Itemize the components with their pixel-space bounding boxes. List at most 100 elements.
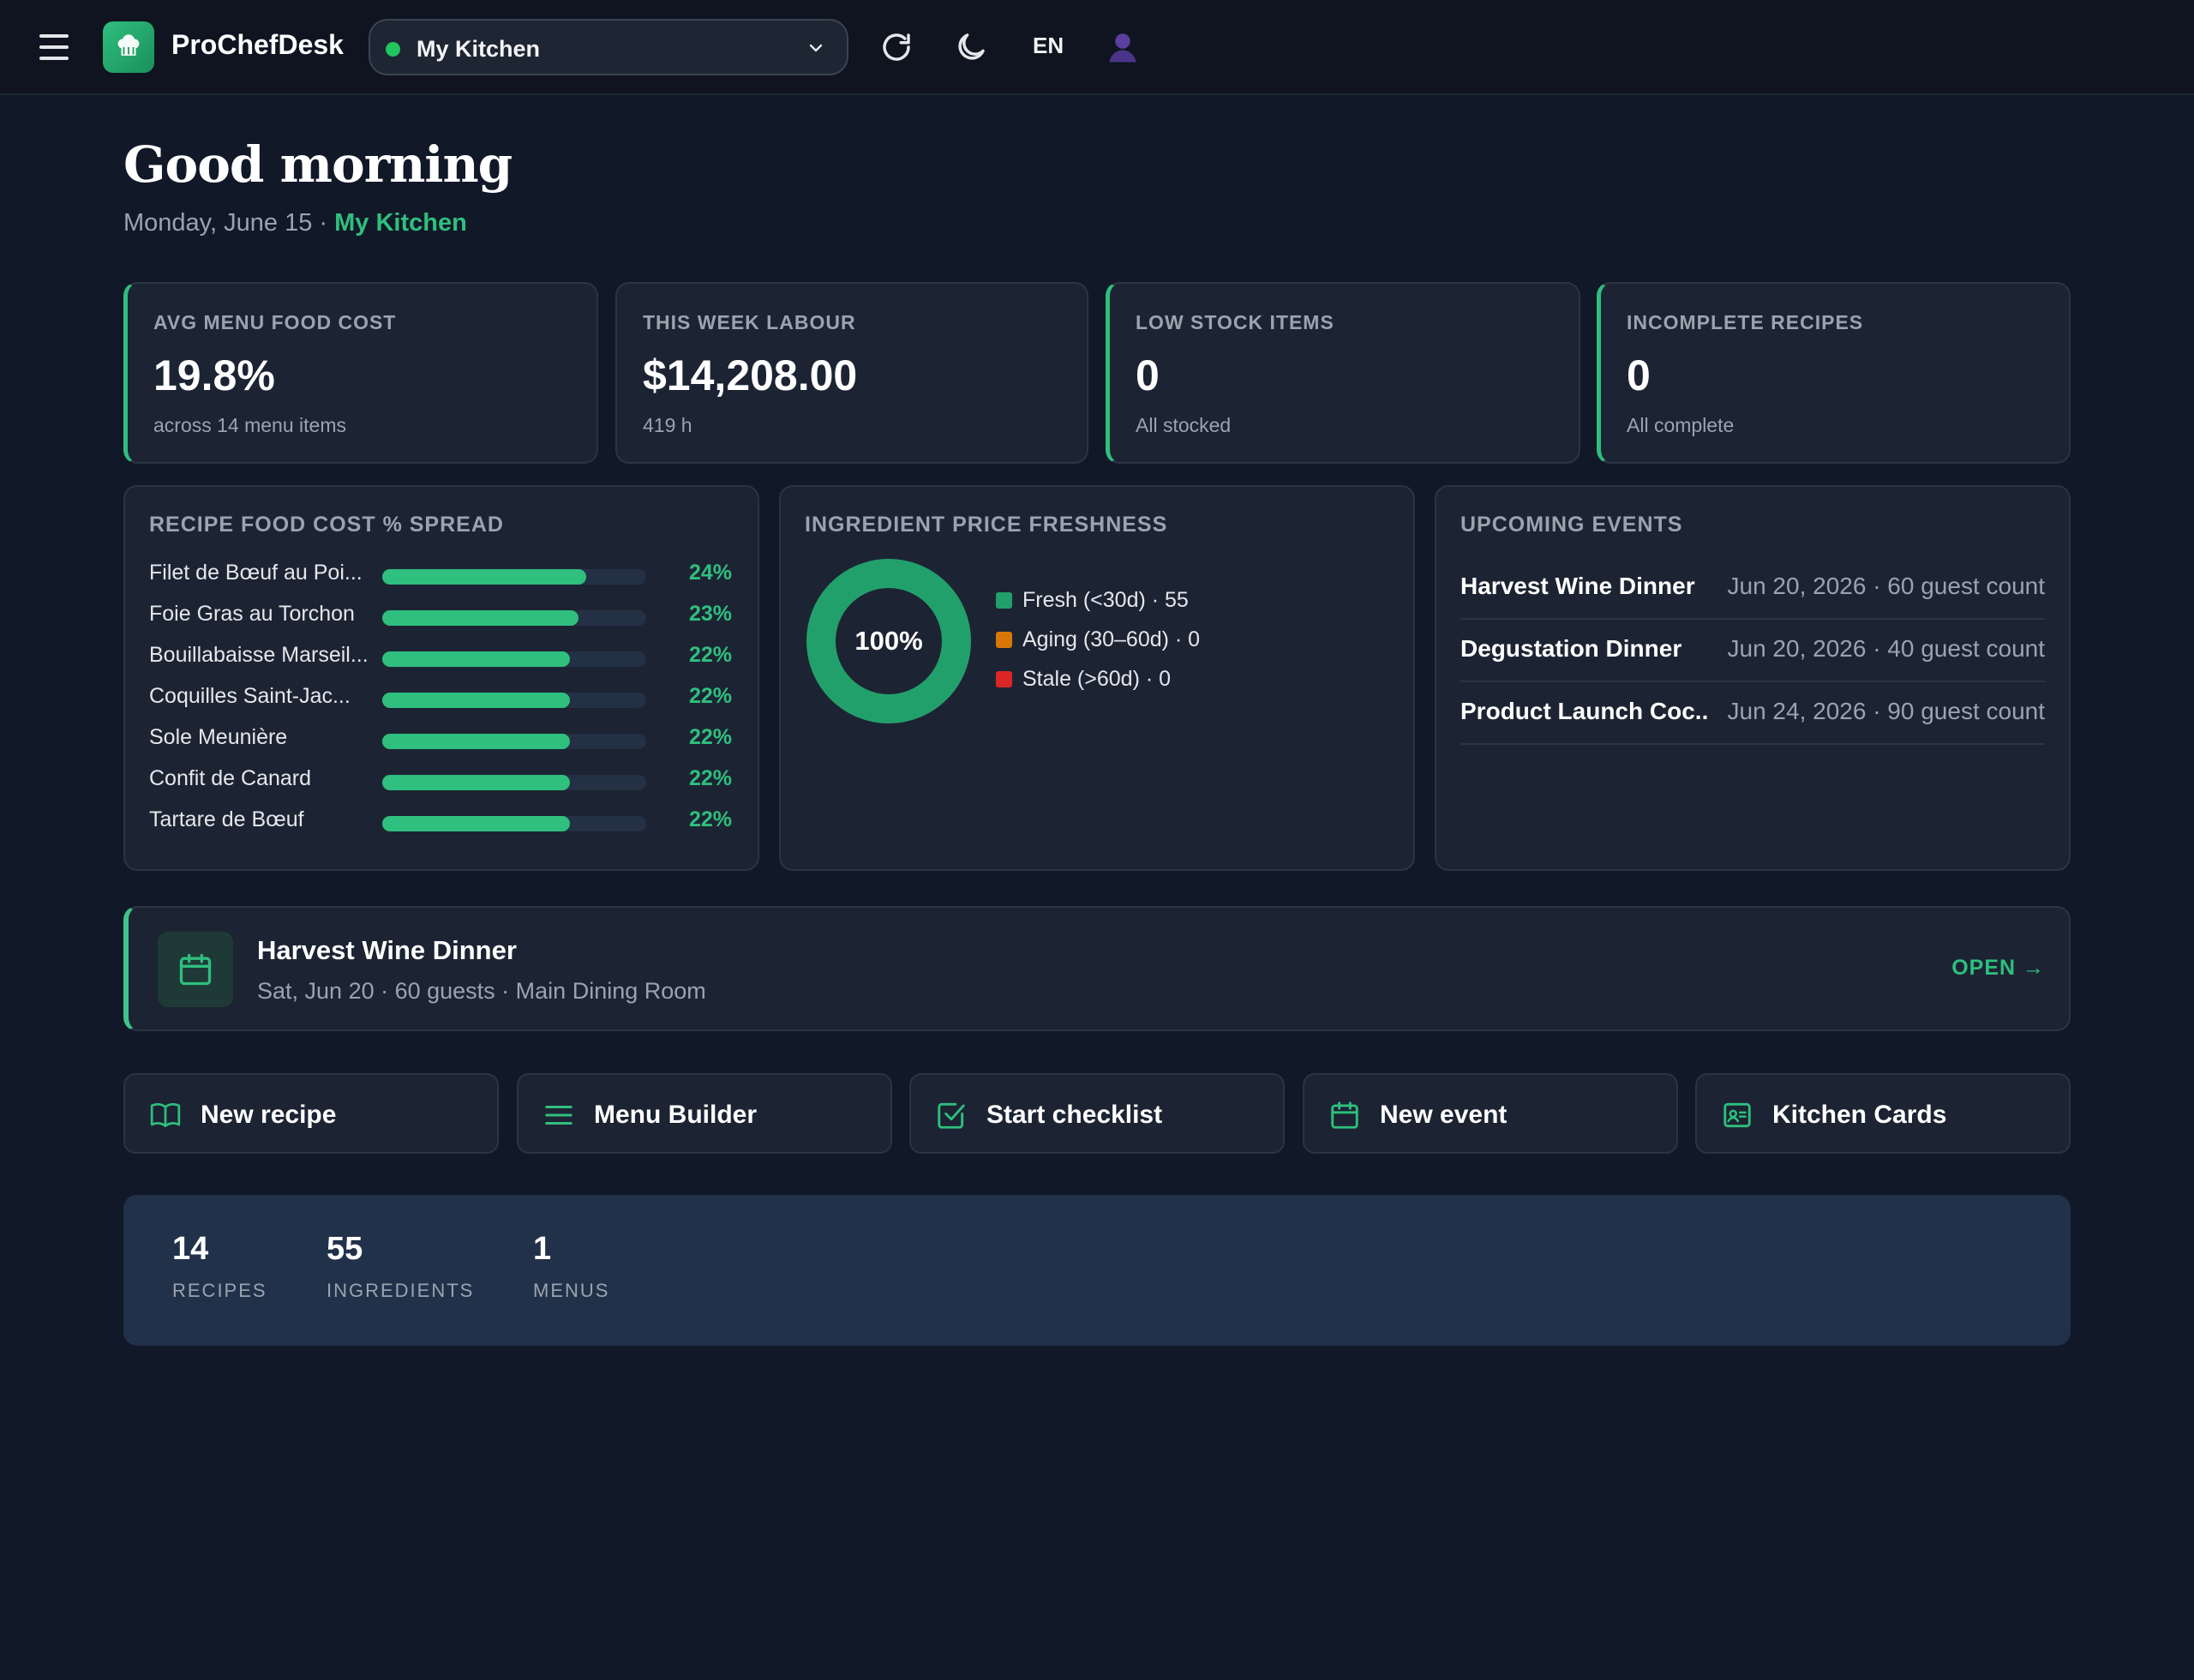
cost-bar-track <box>382 610 646 626</box>
legend-label: Stale (>60d) · 0 <box>1022 667 1172 691</box>
calendar-icon <box>179 953 212 986</box>
cost-bar-row[interactable]: Foie Gras au Torchon 23% <box>149 598 732 633</box>
legend-label: Fresh (<30d) · 55 <box>1022 588 1189 612</box>
kpi-label: AVG MENU FOOD COST <box>153 311 397 333</box>
event-meta: Jun 20, 2026 · 60 guest count <box>1727 573 2046 599</box>
legend-item-stale: Stale (>60d) · 0 <box>996 667 1171 692</box>
event-meta: Jun 24, 2026 · 90 guest count <box>1727 698 2046 724</box>
id-card-icon <box>1723 1102 1751 1128</box>
recipe-name: Foie Gras au Torchon <box>149 602 355 626</box>
panel-title: RECIPE FOOD COST % SPREAD <box>149 513 504 537</box>
kpi-card-food-cost[interactable]: AVG MENU FOOD COST 19.8% across 14 menu … <box>123 282 598 464</box>
button-label: Start checklist <box>986 1101 1163 1129</box>
kpi-card-low-stock[interactable]: LOW STOCK ITEMS 0 All stocked <box>1106 282 1580 464</box>
stat-value: 55 <box>327 1231 363 1267</box>
kpi-card-labour[interactable]: THIS WEEK LABOUR $14,208.00 419 h <box>615 282 1088 464</box>
stat-label: INGREDIENTS <box>327 1280 475 1301</box>
cost-bar-row[interactable]: Bouillabaisse Marseil... 22% <box>149 639 732 674</box>
stat-label: MENUS <box>533 1280 610 1301</box>
recipe-name: Bouillabaisse Marseil... <box>149 643 369 667</box>
stat-value: 14 <box>172 1231 209 1267</box>
stat-label: RECIPES <box>172 1280 267 1301</box>
upcoming-events-panel: UPCOMING EVENTS Harvest Wine Dinner Jun … <box>1435 485 2071 871</box>
kitchen-link[interactable]: My Kitchen <box>334 209 467 237</box>
kpi-card-incomplete-recipes[interactable]: INCOMPLETE RECIPES 0 All complete <box>1597 282 2071 464</box>
cost-bar-fill <box>382 734 570 749</box>
cost-percent: 22% <box>688 807 732 831</box>
featured-event-subtitle: Sat, Jun 20 · 60 guests · Main Dining Ro… <box>257 978 706 1004</box>
recipe-name: Tartare de Bœuf <box>149 807 304 831</box>
cost-bar-fill <box>382 816 570 831</box>
calendar-icon <box>1331 1101 1358 1129</box>
brand-name: ProChefDesk <box>171 29 344 60</box>
menu-icon[interactable] <box>39 34 69 60</box>
kpi-value: 19.8% <box>153 351 275 399</box>
recipe-name: Sole Meunière <box>149 725 288 749</box>
checkbox-icon <box>938 1102 965 1129</box>
kpi-label: THIS WEEK LABOUR <box>643 311 856 333</box>
new-event-button[interactable]: New event <box>1303 1073 1678 1154</box>
user-avatar-icon[interactable] <box>1105 29 1141 65</box>
button-label: New recipe <box>201 1101 337 1129</box>
menu-builder-button[interactable]: Menu Builder <box>517 1073 892 1154</box>
top-bar: ProChefDesk My Kitchen EN <box>0 0 2194 95</box>
event-row[interactable]: Product Launch Coc... Jun 24, 2026 · 90 … <box>1460 682 2045 745</box>
price-freshness-panel: INGREDIENT PRICE FRESHNESS 100% Fresh (<… <box>779 485 1415 871</box>
recipe-name: Coquilles Saint-Jac... <box>149 684 351 708</box>
legend-swatch <box>996 632 1012 648</box>
language-toggle[interactable]: EN <box>1033 33 1064 59</box>
featured-event-icon-box <box>158 932 233 1007</box>
cost-bar-fill <box>382 775 570 790</box>
legend-item-fresh: Fresh (<30d) · 55 <box>996 588 1189 613</box>
cost-bar-row[interactable]: Coquilles Saint-Jac... 22% <box>149 681 732 715</box>
separator: · <box>312 209 335 237</box>
stats-strip: 14 RECIPES 55 INGREDIENTS 1 MENUS <box>123 1195 2071 1346</box>
kpi-value: $14,208.00 <box>643 351 858 399</box>
refresh-icon[interactable] <box>878 29 914 65</box>
new-recipe-button[interactable]: New recipe <box>123 1073 499 1154</box>
cost-percent: 22% <box>688 684 732 708</box>
button-label: Menu Builder <box>594 1101 758 1129</box>
event-meta: Jun 20, 2026 · 40 guest count <box>1727 635 2046 662</box>
chevron-down-icon <box>809 44 823 52</box>
panel-title: INGREDIENT PRICE FRESHNESS <box>805 513 1168 537</box>
cost-percent: 23% <box>688 602 732 626</box>
legend-swatch <box>996 671 1012 687</box>
cost-percent: 22% <box>688 725 732 749</box>
cost-percent: 22% <box>688 766 732 790</box>
freshness-donut-chart: 100% <box>806 559 971 723</box>
kitchen-cards-button[interactable]: Kitchen Cards <box>1695 1073 2071 1154</box>
stat-recipes: 14 RECIPES <box>172 1231 267 1302</box>
button-label: Kitchen Cards <box>1772 1101 1947 1129</box>
event-row[interactable]: Degustation Dinner Jun 20, 2026 · 40 gue… <box>1460 620 2045 682</box>
kpi-value: 0 <box>1136 351 1160 399</box>
cost-bar-fill <box>382 569 587 585</box>
start-checklist-button[interactable]: Start checklist <box>909 1073 1285 1154</box>
cost-percent: 24% <box>688 561 732 585</box>
event-row[interactable]: Harvest Wine Dinner Jun 20, 2026 · 60 gu… <box>1460 557 2045 620</box>
kpi-label: LOW STOCK ITEMS <box>1136 311 1334 333</box>
event-name: Degustation Dinner <box>1460 635 1682 662</box>
kpi-sub: 419 h <box>643 414 692 436</box>
legend-item-aging: Aging (30–60d) · 0 <box>996 627 1200 652</box>
featured-event-card[interactable]: Harvest Wine Dinner Sat, Jun 20 · 60 gue… <box>123 906 2071 1031</box>
legend-label: Aging (30–60d) · 0 <box>1022 627 1201 651</box>
panel-title: UPCOMING EVENTS <box>1460 513 1683 537</box>
open-event-link[interactable]: OPEN → <box>1951 956 2045 981</box>
cost-bar-track <box>382 816 646 831</box>
legend-swatch <box>996 592 1012 609</box>
button-label: New event <box>1380 1101 1508 1129</box>
cost-bar-row[interactable]: Tartare de Bœuf 22% <box>149 804 732 838</box>
cost-bar-track <box>382 569 646 585</box>
cost-bar-row[interactable]: Sole Meunière 22% <box>149 722 732 756</box>
moon-icon[interactable] <box>953 29 989 65</box>
greeting-subline: Monday, June 15 · My Kitchen <box>123 209 467 237</box>
kpi-sub: across 14 menu items <box>153 414 346 436</box>
kpi-sub: All complete <box>1627 414 1735 436</box>
cost-bar-track <box>382 734 646 749</box>
book-icon <box>150 1102 181 1128</box>
cost-bar-row[interactable]: Filet de Bœuf au Poi... 24% <box>149 557 732 591</box>
kitchen-selector[interactable]: My Kitchen <box>369 19 848 75</box>
donut-center-label: 100% <box>854 626 922 656</box>
cost-bar-row[interactable]: Confit de Canard 22% <box>149 763 732 797</box>
